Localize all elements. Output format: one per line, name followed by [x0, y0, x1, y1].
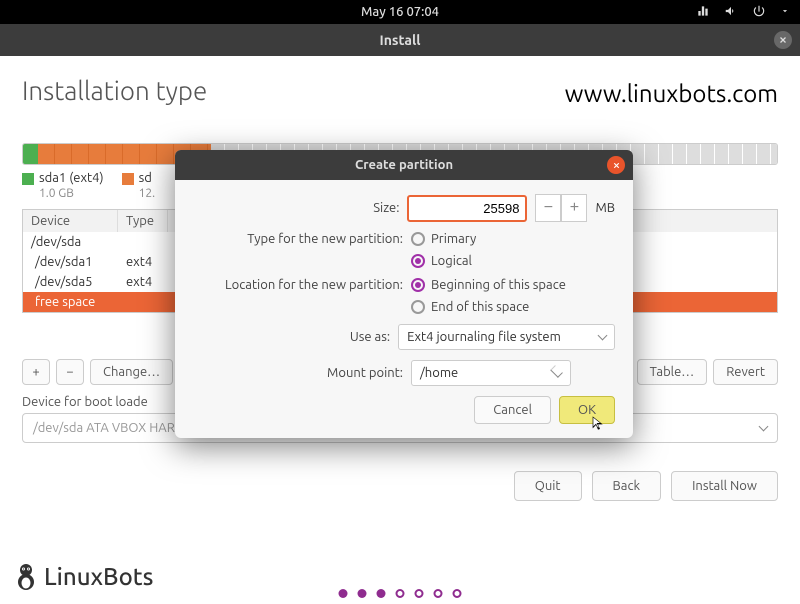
partition-location-label: Location for the new partition:	[193, 278, 403, 292]
revert-button[interactable]: Revert	[713, 359, 778, 385]
window-close-button[interactable]	[774, 31, 792, 49]
useas-dropdown[interactable]: Ext4 journaling file system	[398, 324, 615, 350]
change-partition-button[interactable]: Change…	[90, 359, 173, 385]
window-title: Install	[380, 32, 421, 48]
mount-value: /home	[420, 366, 458, 380]
add-partition-button[interactable]: +	[22, 359, 50, 385]
radio-beginning[interactable]: Beginning of this space	[411, 278, 566, 292]
watermark-url: www.linuxbots.com	[565, 80, 778, 107]
dialog-titlebar: Create partition	[175, 150, 633, 180]
radio-icon	[411, 278, 425, 292]
legend-name: sd	[139, 171, 152, 187]
radio-icon	[411, 300, 425, 314]
system-topbar: May 16 07:04	[0, 0, 800, 24]
size-label: Size:	[193, 201, 399, 215]
dialog-title: Create partition	[355, 158, 453, 172]
partition-seg-sda1	[23, 144, 38, 164]
size-input[interactable]	[407, 195, 527, 222]
legend-size: 12.	[139, 187, 156, 201]
linuxbots-logo: LinuxBots	[10, 560, 153, 592]
size-unit: MB	[595, 201, 615, 215]
col-type[interactable]: Type	[118, 210, 168, 232]
mount-label: Mount point:	[193, 366, 403, 380]
topbar-indicators	[696, 4, 790, 21]
cancel-button[interactable]: Cancel	[474, 396, 551, 424]
stepper-plus[interactable]: +	[561, 194, 587, 222]
dialog-actions: Cancel OK	[193, 396, 615, 424]
dot-outline	[453, 589, 462, 598]
window-titlebar: Install	[0, 24, 800, 56]
dialog-close-button[interactable]	[607, 156, 625, 174]
logo-text: LinuxBots	[44, 563, 153, 590]
stepper-minus[interactable]: −	[535, 194, 561, 222]
radio-primary[interactable]: Primary	[411, 232, 476, 246]
swatch-orange	[122, 173, 134, 185]
quit-button[interactable]: Quit	[514, 471, 582, 501]
mount-combobox[interactable]: /home	[411, 360, 571, 386]
dot	[358, 589, 367, 598]
penguin-icon	[10, 560, 42, 592]
progress-dots	[339, 589, 462, 598]
ok-button[interactable]: OK	[559, 396, 615, 424]
dialog-body: Size: − + MB Type for the new partition:…	[175, 180, 633, 438]
dot-outline	[396, 589, 405, 598]
legend-item-sda5: sd 12.	[122, 171, 156, 201]
chevron-down-icon[interactable]	[780, 5, 790, 19]
radio-end[interactable]: End of this space	[411, 300, 566, 314]
legend-name: sda1 (ext4)	[39, 171, 104, 187]
chevron-down-icon	[550, 365, 563, 378]
swatch-green	[22, 173, 34, 185]
dot	[377, 589, 386, 598]
volume-icon[interactable]	[724, 4, 738, 21]
radio-icon	[411, 254, 425, 268]
legend-item-sda1: sda1 (ext4) 1.0 GB	[22, 171, 104, 201]
create-partition-dialog: Create partition Size: − + MB Type for t…	[175, 150, 633, 438]
clock[interactable]: May 16 07:04	[361, 5, 439, 19]
wizard-buttons: Quit Back Install Now	[22, 471, 778, 501]
chevron-down-icon	[759, 422, 769, 432]
radio-logical[interactable]: Logical	[411, 254, 476, 268]
legend-size: 1.0 GB	[39, 187, 104, 201]
chevron-down-icon	[598, 331, 608, 341]
dot-outline	[415, 589, 424, 598]
partition-type-label: Type for the new partition:	[193, 232, 403, 246]
remove-partition-button[interactable]: −	[56, 359, 84, 385]
install-now-button[interactable]: Install Now	[671, 471, 778, 501]
size-stepper: − +	[535, 194, 587, 222]
network-icon[interactable]	[696, 4, 710, 21]
radio-icon	[411, 232, 425, 246]
useas-value: Ext4 journaling file system	[407, 330, 561, 344]
new-table-button[interactable]: Table…	[637, 359, 708, 385]
power-icon[interactable]	[752, 4, 766, 21]
dot-outline	[434, 589, 443, 598]
back-button[interactable]: Back	[592, 471, 662, 501]
col-device[interactable]: Device	[23, 210, 118, 232]
dot	[339, 589, 348, 598]
useas-label: Use as:	[193, 330, 390, 344]
